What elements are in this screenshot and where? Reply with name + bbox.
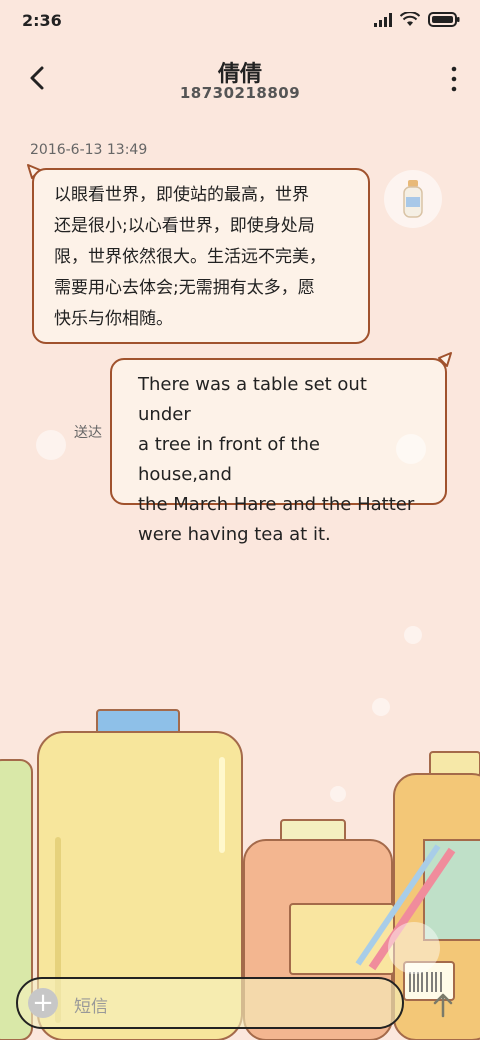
contact-phone-number: 18730218809 <box>179 84 301 102</box>
incoming-message-bubble[interactable]: 以眼看世界，即使站的最高，世界 还是很小;以心看世界，即使身处局 限，世界依然很… <box>32 168 370 344</box>
wifi-icon <box>400 12 420 26</box>
send-arrow-icon[interactable] <box>428 990 458 1020</box>
decorative-bubble <box>36 430 66 460</box>
message-line: 快乐与你相随。 <box>54 309 173 329</box>
bottle-icon <box>403 180 423 218</box>
message-line: were having tea at it. <box>138 524 331 545</box>
status-icons <box>374 12 460 27</box>
message-line: There was a table set out under <box>138 374 367 425</box>
message-line: 限，世界依然很大。生活远不完美， <box>54 247 326 267</box>
contact-avatar[interactable] <box>384 170 442 228</box>
decorative-bubble <box>404 626 422 644</box>
outgoing-message-bubble[interactable]: There was a table set out under a tree i… <box>110 358 447 545</box>
message-input[interactable]: 短信 <box>74 992 108 1017</box>
more-vertical-icon[interactable] <box>450 66 458 92</box>
message-timestamp: 2016-6-13 13:49 <box>30 142 148 158</box>
plus-icon[interactable]: + <box>28 988 58 1018</box>
message-line: 需要用心去体会;无需拥有太多，愿 <box>54 278 315 298</box>
delivery-status: 送达 <box>74 425 102 441</box>
battery-icon <box>428 12 460 27</box>
signal-icon <box>374 12 392 27</box>
decorative-bubble <box>396 434 426 464</box>
status-time: 2:36 <box>22 11 62 30</box>
message-line: the March Hare and the Hatter <box>138 494 415 515</box>
message-line: 还是很小;以心看世界，即使身处局 <box>54 216 315 236</box>
message-line: 以眼看世界，即使站的最高，世界 <box>54 185 309 205</box>
conversation-header: 倩倩 18730218809 <box>0 48 480 118</box>
status-bar: 2:36 <box>0 0 480 44</box>
message-line: a tree in front of the house,and <box>138 434 320 485</box>
message-input-bar[interactable]: + 短信 <box>16 977 404 1029</box>
